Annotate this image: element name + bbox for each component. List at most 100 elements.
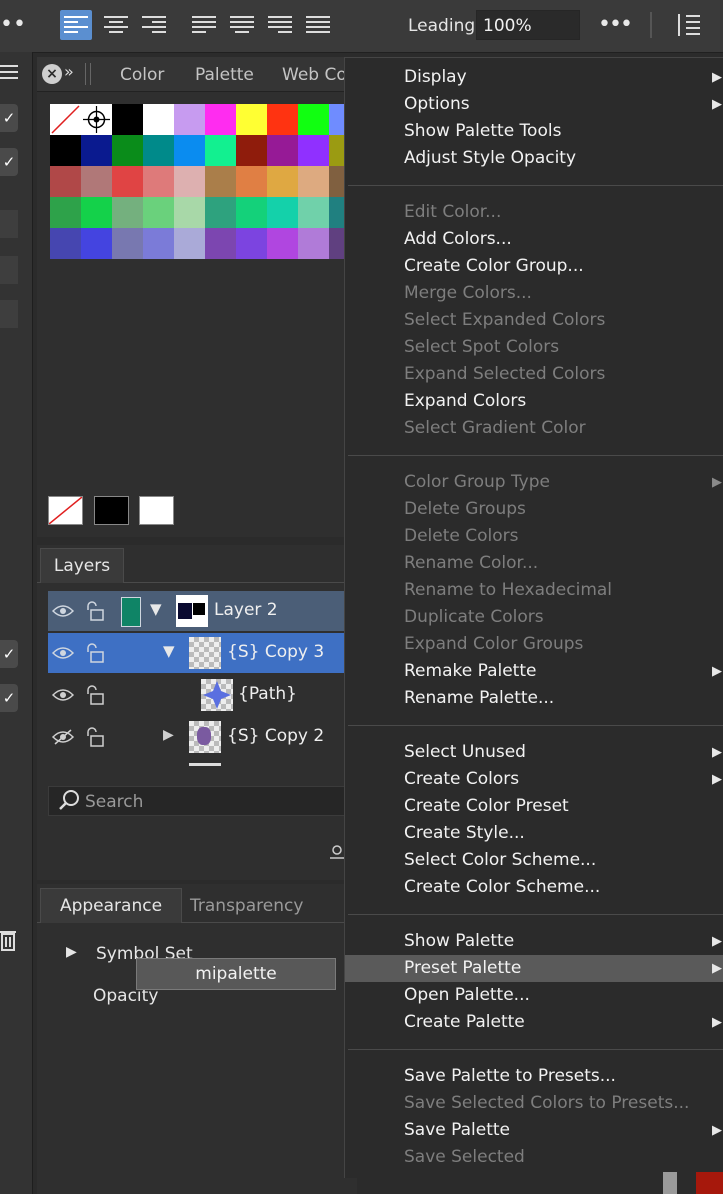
leading-input[interactable]: 100%: [476, 10, 580, 40]
menu-item-duplicate-colors[interactable]: Duplicate Colors: [345, 604, 723, 631]
color-swatch[interactable]: [143, 104, 174, 135]
color-swatch[interactable]: [81, 197, 112, 228]
color-swatch[interactable]: [50, 197, 81, 228]
menu-item-rename-palette[interactable]: Rename Palette...: [345, 685, 723, 712]
menu-item-rename-color[interactable]: Rename Color...: [345, 550, 723, 577]
tab-web-colors[interactable]: Web Co: [282, 65, 347, 85]
triangle-right-icon[interactable]: ▶: [66, 944, 77, 960]
color-swatch[interactable]: [50, 166, 81, 197]
color-swatch[interactable]: [298, 166, 329, 197]
menu-item-expand-colors[interactable]: Expand Colors: [345, 388, 723, 415]
menu-item-open-palette[interactable]: Open Palette...: [345, 982, 723, 1009]
checkbox-checked[interactable]: ✓: [0, 640, 18, 668]
color-swatch[interactable]: [205, 104, 236, 135]
menu-item-edit-color[interactable]: Edit Color...: [345, 199, 723, 226]
lock-open-icon[interactable]: [84, 727, 104, 751]
color-swatch[interactable]: [236, 135, 267, 166]
layer-row[interactable]: ▼ {S} Copy 3: [48, 633, 348, 673]
align-center-button[interactable]: [100, 10, 132, 40]
menu-item-delete-colors[interactable]: Delete Colors: [345, 523, 723, 550]
justify-left-button[interactable]: [188, 10, 220, 40]
checkbox-checked[interactable]: ✓: [0, 104, 18, 132]
menu-item-expand-selected-colors[interactable]: Expand Selected Colors: [345, 361, 723, 388]
menu-item-select-color-scheme[interactable]: Select Color Scheme...: [345, 847, 723, 874]
color-swatch[interactable]: [112, 228, 143, 259]
swatch-black[interactable]: [94, 496, 129, 525]
layers-options-icon[interactable]: [330, 844, 344, 866]
close-icon[interactable]: ×: [42, 64, 62, 84]
menu-item-display[interactable]: Display ▶: [345, 64, 723, 91]
align-right-button[interactable]: [138, 10, 170, 40]
color-swatch[interactable]: [267, 228, 298, 259]
tab-layers[interactable]: Layers: [40, 548, 124, 583]
layer-name[interactable]: {S} Copy 2: [227, 726, 324, 746]
tab-palette[interactable]: Palette: [195, 65, 254, 85]
color-swatch[interactable]: [143, 197, 174, 228]
menu-item-save-selected[interactable]: Save Selected: [345, 1144, 723, 1171]
menu-item-expand-color-groups[interactable]: Expand Color Groups: [345, 631, 723, 658]
tab-appearance[interactable]: Appearance: [40, 888, 182, 923]
menu-item-adjust-style-opacity[interactable]: Adjust Style Opacity: [345, 145, 723, 172]
trash-icon[interactable]: [0, 928, 16, 956]
justify-all-button[interactable]: [302, 10, 334, 40]
menu-item-add-colors[interactable]: Add Colors...: [345, 226, 723, 253]
color-swatch[interactable]: [205, 166, 236, 197]
menu-item-save-palette-to-presets[interactable]: Save Palette to Presets...: [345, 1063, 723, 1090]
layer-row[interactable]: ▼ Layer 2: [48, 591, 348, 631]
eye-icon[interactable]: [51, 603, 75, 623]
triangle-down-icon[interactable]: ▼: [150, 600, 162, 618]
color-swatch[interactable]: [205, 197, 236, 228]
color-swatch[interactable]: [81, 135, 112, 166]
color-swatch[interactable]: [205, 135, 236, 166]
color-swatch[interactable]: [174, 104, 205, 135]
color-swatch[interactable]: [112, 135, 143, 166]
justify-center-button[interactable]: [226, 10, 258, 40]
justify-right-button[interactable]: [264, 10, 296, 40]
menu-item-create-color-group[interactable]: Create Color Group...: [345, 253, 723, 280]
color-swatch[interactable]: [298, 228, 329, 259]
checkbox-checked[interactable]: ✓: [0, 684, 18, 712]
menu-item-merge-colors[interactable]: Merge Colors...: [345, 280, 723, 307]
strip-field[interactable]: [0, 210, 18, 238]
menu-item-show-palette-tools[interactable]: Show Palette Tools: [345, 118, 723, 145]
menu-item-options[interactable]: Options ▶: [345, 91, 723, 118]
tab-color[interactable]: Color: [120, 65, 164, 85]
menu-item-select-gradient-color[interactable]: Select Gradient Color: [345, 415, 723, 442]
swatch-white[interactable]: [139, 496, 174, 525]
eye-icon[interactable]: [51, 645, 75, 665]
layer-row[interactable]: ▶ {S} Copy 2: [48, 717, 348, 757]
menu-item-create-colors[interactable]: Create Colors ▶: [345, 766, 723, 793]
left-more-icon[interactable]: ••: [0, 12, 26, 37]
color-swatch[interactable]: [143, 166, 174, 197]
color-swatch[interactable]: [298, 104, 329, 135]
strip-field[interactable]: [0, 256, 18, 284]
color-swatch[interactable]: [267, 104, 298, 135]
menu-item-select-spot-colors[interactable]: Select Spot Colors: [345, 334, 723, 361]
more-options-icon[interactable]: •••: [598, 12, 633, 37]
lock-open-icon[interactable]: [84, 685, 104, 709]
color-swatch[interactable]: [112, 104, 143, 135]
color-swatch[interactable]: [112, 166, 143, 197]
menu-item-save-selected-colors-to-presets[interactable]: Save Selected Colors to Presets...: [345, 1090, 723, 1117]
menu-item-color-group-type[interactable]: Color Group Type ▶: [345, 469, 723, 496]
menu-item-show-palette[interactable]: Show Palette ▶: [345, 928, 723, 955]
collapse-icon[interactable]: »: [64, 62, 74, 81]
menu-item-create-color-preset[interactable]: Create Color Preset: [345, 793, 723, 820]
layer-row[interactable]: {Path}: [48, 675, 348, 715]
paragraph-panel-icon[interactable]: [676, 12, 702, 42]
color-swatch[interactable]: [236, 228, 267, 259]
menu-item-select-unused[interactable]: Select Unused ▶: [345, 739, 723, 766]
color-swatch[interactable]: [81, 166, 112, 197]
strip-field[interactable]: [0, 300, 18, 328]
scrollbar-thumb[interactable]: [663, 1172, 677, 1194]
color-swatch[interactable]: [267, 166, 298, 197]
color-swatch[interactable]: [81, 228, 112, 259]
menu-item-remake-palette[interactable]: Remake Palette ▶: [345, 658, 723, 685]
color-swatch[interactable]: [267, 197, 298, 228]
color-swatch[interactable]: [174, 166, 205, 197]
swatch-none[interactable]: [50, 104, 81, 135]
menu-item-create-palette[interactable]: Create Palette ▶: [345, 1009, 723, 1036]
color-swatch[interactable]: [50, 135, 81, 166]
menu-item-preset-palette[interactable]: Preset Palette ▶: [345, 955, 723, 982]
menu-item-rename-to-hexadecimal[interactable]: Rename to Hexadecimal: [345, 577, 723, 604]
